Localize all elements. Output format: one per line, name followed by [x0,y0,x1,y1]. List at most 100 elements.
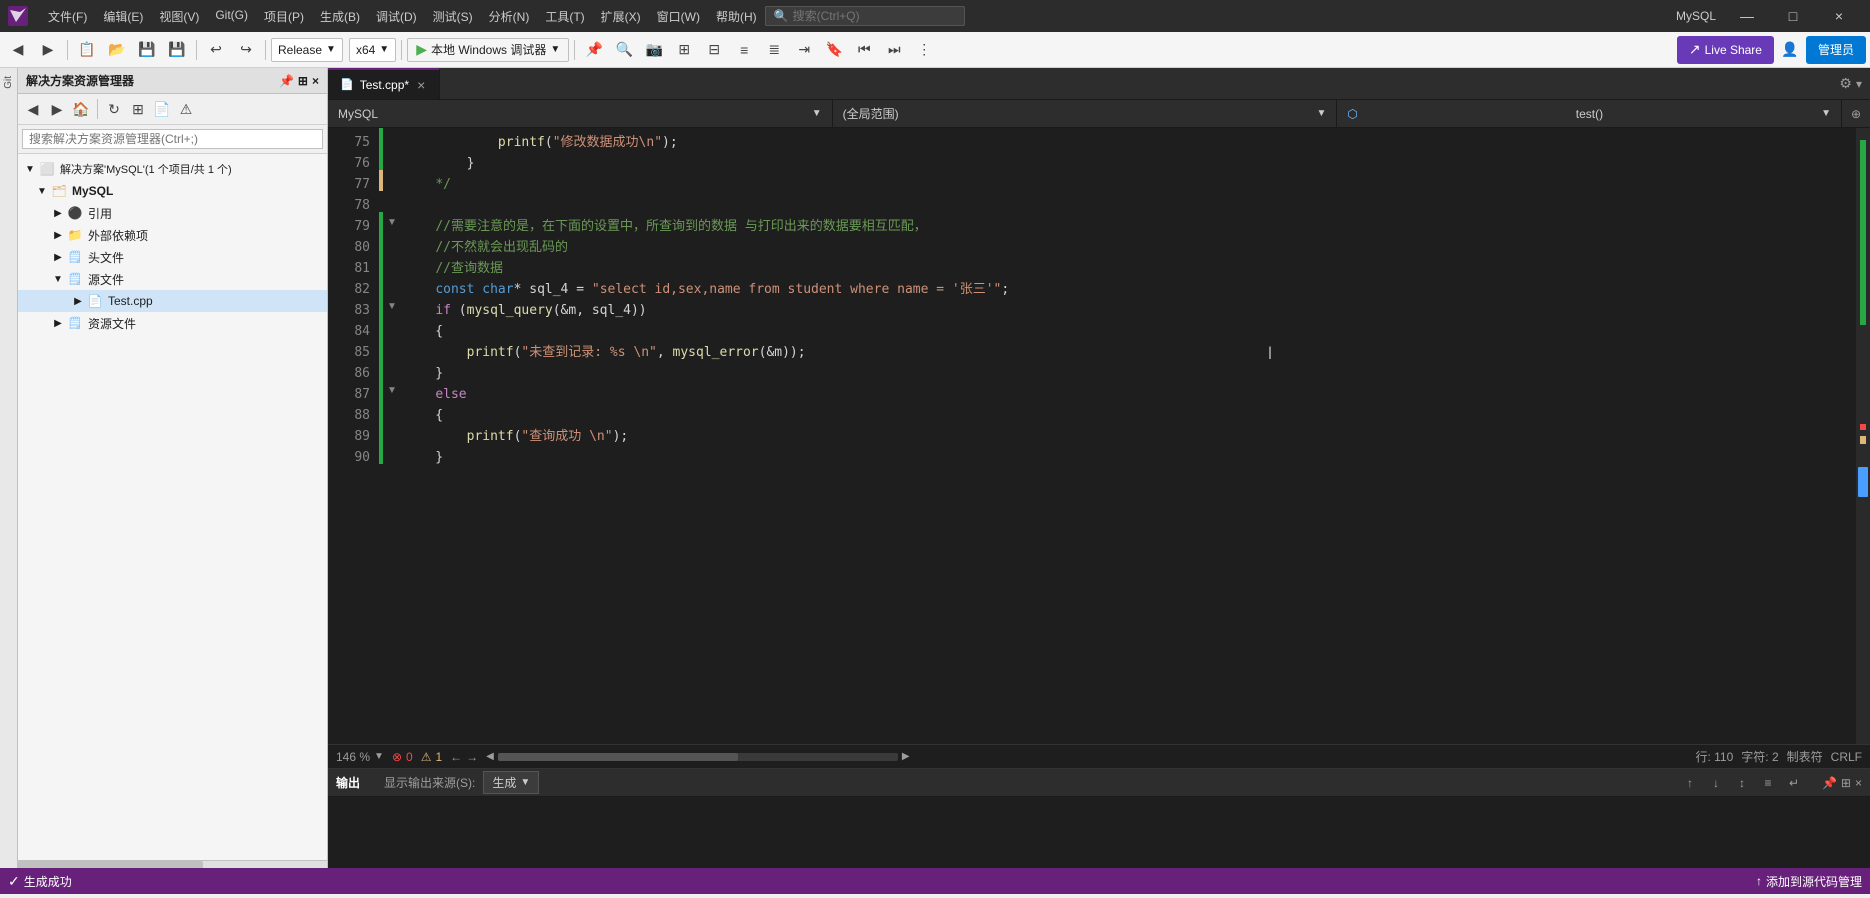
save-button[interactable]: 💾 [133,36,161,64]
output-pin-icon[interactable]: 📌 [1822,776,1837,790]
menu-build[interactable]: 生成(B) [312,4,368,29]
resource-files-node[interactable]: ▶ 🗒 资源文件 [18,312,327,334]
tb-btn-5[interactable]: ⊞ [670,36,698,64]
save-all-button[interactable]: 💾 [163,36,191,64]
se-files-view[interactable]: 📄 [151,98,173,120]
error-indicator[interactable]: ⊗ 0 [392,750,413,764]
project-node[interactable]: ▼ 🗂 MySQL [18,180,327,202]
horizontal-scrollbar[interactable] [498,753,898,761]
menu-extend[interactable]: 扩展(X) [593,4,649,29]
live-share-button[interactable]: ↗ Live Share [1677,36,1774,64]
nav-class-dropdown[interactable]: MySQL ▼ [328,100,833,127]
menu-tools[interactable]: 工具(T) [537,4,592,29]
next-error-button[interactable]: → [466,750,478,764]
tab-settings-icon[interactable]: ⚙ [1839,75,1852,92]
menu-analyze[interactable]: 分析(N) [481,4,538,29]
se-refresh[interactable]: ↻ [103,98,125,120]
menu-debug[interactable]: 调试(D) [368,4,425,29]
horizontal-scroll-thumb[interactable] [498,753,738,761]
header-files-node[interactable]: ▶ 🗒 头文件 [18,246,327,268]
screenshot-button[interactable]: 📷 [640,36,668,64]
scroll-thumb[interactable] [1858,467,1868,497]
zoom-control[interactable]: 146 % ▼ [336,750,384,764]
align-left-button[interactable]: ≡ [730,36,758,64]
se-back[interactable]: ◀ [22,98,44,120]
code-lines[interactable]: printf("修改数据成功\n"); } */ //需要注意的是，在下面的设置… [400,128,1856,744]
output-up-button[interactable]: ↑ [1678,771,1702,795]
undo-button[interactable]: ↩ [202,36,230,64]
se-pin-icon[interactable]: 📌 [279,74,294,88]
bookmark-button[interactable]: 🔖 [820,36,848,64]
se-collapse[interactable]: ⊞ [127,98,149,120]
line-ending-info[interactable]: CRLF [1831,750,1862,764]
search-input[interactable] [793,9,943,23]
pin-button[interactable]: 📌 [580,36,608,64]
menu-edit[interactable]: 编辑(E) [95,4,151,29]
source-files-node[interactable]: ▼ 🗒 源文件 [18,268,327,290]
menu-git[interactable]: Git(G) [207,4,256,29]
configuration-dropdown[interactable]: Release ▼ [271,38,343,62]
back-button[interactable]: ◀ [4,36,32,64]
source-control-button[interactable]: ↑ 添加到源代码管理 [1756,873,1862,890]
menu-project[interactable]: 项目(P) [256,4,312,29]
output-nav-button[interactable]: ↕ [1730,771,1754,795]
solution-node[interactable]: ▼ ⬜ 解决方案'MySQL'(1 个项目/共 1 个) [18,158,327,180]
tab-close-icon[interactable]: × [415,77,427,93]
menu-window[interactable]: 窗口(W) [649,4,708,29]
nav-member-dropdown[interactable]: ⬡ test() ▼ [1337,100,1842,127]
output-source-dropdown[interactable]: 生成 ▼ [483,771,539,794]
minimize-button[interactable]: — [1724,0,1770,32]
configuration-label: Release [278,43,322,57]
maximize-button[interactable]: □ [1770,0,1816,32]
toolbar: ◀ ▶ 📋 📂 💾 💾 ↩ ↪ Release ▼ x64 ▼ ▶ 本地 Win… [0,32,1870,68]
tb-btn-6[interactable]: ⊟ [700,36,728,64]
align-right-button[interactable]: ≣ [760,36,788,64]
fold-79[interactable]: ▼ [384,212,400,233]
scroll-left-button[interactable]: ◀ [486,751,494,762]
new-vertical-tab-button[interactable]: ⊕ [1842,107,1870,121]
fold-83[interactable]: ▼ [384,296,400,317]
search-tb-button[interactable]: 🔍 [610,36,638,64]
right-scroll-gutter[interactable] [1856,128,1870,744]
tab-overflow-icon[interactable]: ▾ [1856,77,1862,91]
admin-button[interactable]: 管理员 [1806,36,1866,64]
account-icon[interactable]: 👤 [1776,36,1804,64]
output-wrap-button[interactable]: ↵ [1782,771,1806,795]
prev-error-button[interactable]: ← [450,750,462,764]
new-project-button[interactable]: 📋 [73,36,101,64]
se-float-icon[interactable]: ⊞ [298,74,308,88]
redo-button[interactable]: ↪ [232,36,260,64]
forward-button[interactable]: ▶ [34,36,62,64]
search-box[interactable]: 🔍 [765,6,965,26]
se-close-icon[interactable]: × [312,74,319,88]
menu-help[interactable]: 帮助(H) [708,4,765,29]
run-button[interactable]: ▶ 本地 Windows 调试器 ▼ [407,38,569,62]
nav-bookmark-prev[interactable]: ⏮ [850,36,878,64]
output-close-icon[interactable]: × [1855,776,1862,790]
se-pending-changes[interactable]: ⚠ [175,98,197,120]
nav-bookmark-next[interactable]: ⏭ [880,36,908,64]
editor-tab-test-cpp[interactable]: 📄 Test.cpp* × [328,68,440,99]
git-label[interactable]: Git [1,72,16,93]
menu-test[interactable]: 测试(S) [425,4,481,29]
menu-file[interactable]: 文件(F) [40,4,95,29]
settings-tb-button[interactable]: ⋮ [910,36,938,64]
se-forward[interactable]: ▶ [46,98,68,120]
platform-dropdown[interactable]: x64 ▼ [349,38,396,62]
open-button[interactable]: 📂 [103,36,131,64]
se-search-input[interactable] [22,129,323,149]
indent-button[interactable]: ⇥ [790,36,818,64]
warning-indicator[interactable]: ⚠ 1 [421,750,442,764]
references-node[interactable]: ▶ ⚫ 引用 [18,202,327,224]
test-cpp-node[interactable]: ▶ 📄 Test.cpp [18,290,327,312]
se-home[interactable]: 🏠 [70,98,92,120]
scroll-right-button[interactable]: ▶ [902,751,910,762]
fold-87[interactable]: ▼ [384,380,400,401]
output-clear-button[interactable]: ≡ [1756,771,1780,795]
output-float-icon[interactable]: ⊞ [1841,776,1851,790]
nav-scope-dropdown[interactable]: (全局范围) ▼ [833,100,1338,127]
menu-view[interactable]: 视图(V) [151,4,207,29]
external-deps-node[interactable]: ▶ 📁 外部依赖项 [18,224,327,246]
close-button[interactable]: × [1816,0,1862,32]
output-down-button[interactable]: ↓ [1704,771,1728,795]
